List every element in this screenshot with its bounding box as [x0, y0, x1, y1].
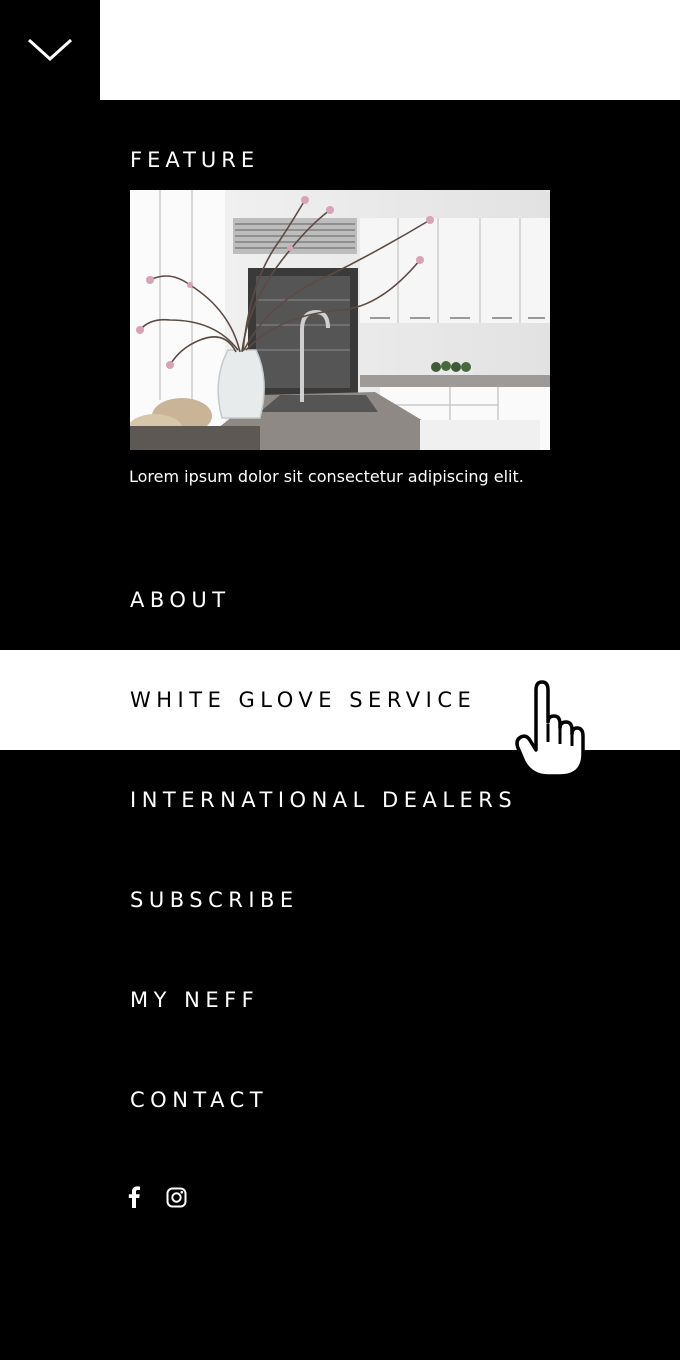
feature-image[interactable] — [130, 190, 550, 450]
nav-item-about[interactable]: ABOUT — [0, 550, 680, 650]
social-links — [128, 1186, 187, 1212]
feature-caption: Lorem ipsum dolor sit consectetur adipis… — [129, 467, 524, 486]
nav-item-international-dealers[interactable]: INTERNATIONAL DEALERS — [0, 750, 680, 850]
chevron-down-icon — [27, 38, 73, 62]
nav-item-my-neff[interactable]: MY NEFF — [0, 950, 680, 1050]
nav-item-contact[interactable]: CONTACT — [0, 1050, 680, 1150]
header-bar — [100, 0, 680, 100]
instagram-link[interactable] — [166, 1187, 187, 1212]
nav-item-white-glove-service[interactable]: WHITE GLOVE SERVICE — [0, 650, 680, 750]
feature-heading: FEATURE — [130, 148, 260, 172]
facebook-link[interactable] — [128, 1186, 140, 1212]
menu-toggle-button[interactable] — [0, 0, 100, 100]
instagram-icon — [166, 1187, 187, 1207]
facebook-icon — [128, 1186, 140, 1208]
nav-item-subscribe[interactable]: SUBSCRIBE — [0, 850, 680, 950]
